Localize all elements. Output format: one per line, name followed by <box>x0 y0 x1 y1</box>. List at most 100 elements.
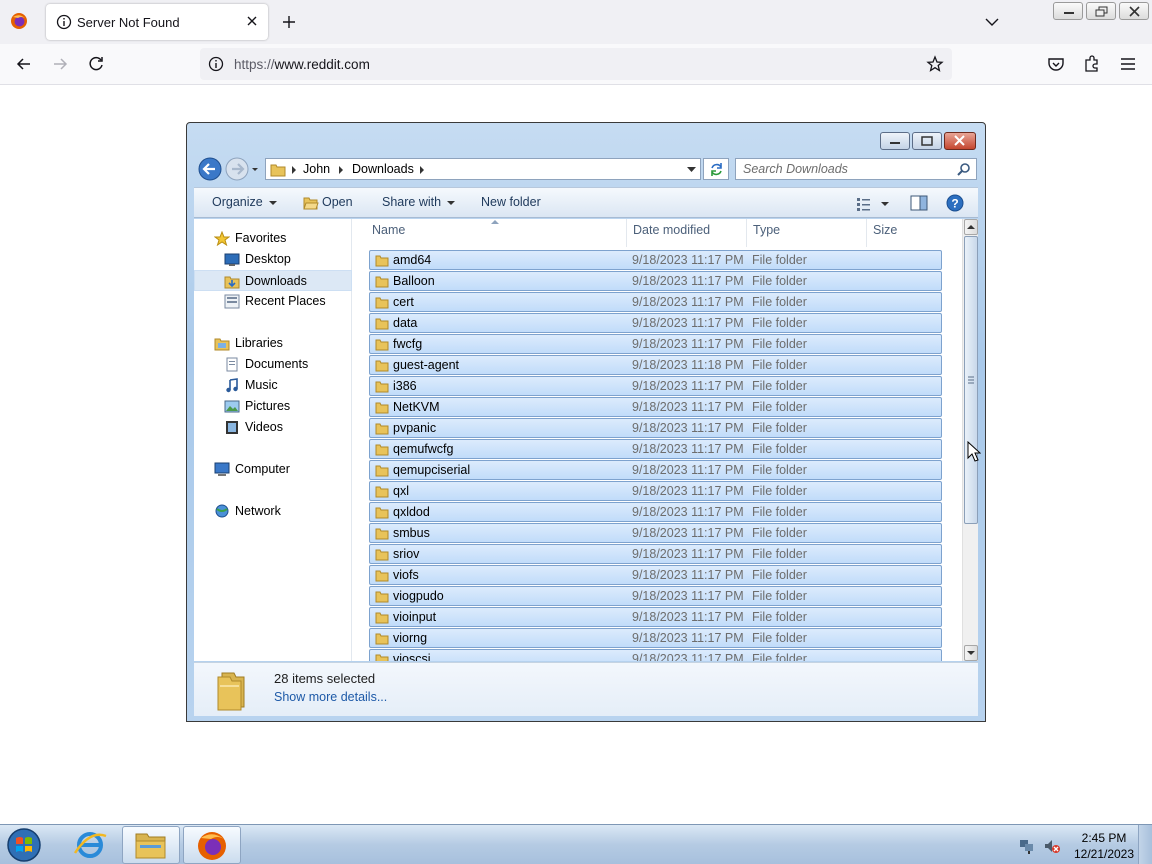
nav-music[interactable]: Music <box>194 375 352 396</box>
window-restore-button[interactable] <box>1086 2 1116 20</box>
taskbar-internet-explorer[interactable] <box>61 826 119 864</box>
breadcrumb-arrow-icon[interactable] <box>290 165 298 175</box>
table-row[interactable]: qxl 9/18/2023 11:17 PM File folder <box>369 481 942 501</box>
taskbar-clock[interactable]: 2:45 PM 12/21/2023 <box>1066 830 1142 862</box>
nav-computer[interactable]: Computer <box>194 459 352 480</box>
table-row[interactable]: cert 9/18/2023 11:17 PM File folder <box>369 292 942 312</box>
nav-pictures[interactable]: Pictures <box>194 396 352 417</box>
firefox-logo-icon[interactable] <box>10 12 28 30</box>
selection-count: 28 items selected <box>274 671 376 686</box>
menu-icon[interactable] <box>1118 54 1138 74</box>
explorer-maximize-button[interactable] <box>912 132 942 150</box>
table-row[interactable]: fwcfg 9/18/2023 11:17 PM File folder <box>369 334 942 354</box>
nav-desktop-label: Desktop <box>245 252 291 266</box>
nav-videos[interactable]: Videos <box>194 417 352 438</box>
file-date: 9/18/2023 11:17 PM <box>632 253 744 267</box>
address-dropdown-icon[interactable] <box>687 167 696 173</box>
file-date: 9/18/2023 11:17 PM <box>632 337 744 351</box>
search-icon[interactable] <box>957 162 971 176</box>
nav-documents[interactable]: Documents <box>194 354 352 375</box>
table-row[interactable]: Balloon 9/18/2023 11:17 PM File folder <box>369 271 942 291</box>
file-name: amd64 <box>393 253 432 267</box>
table-row[interactable]: pvpanic 9/18/2023 11:17 PM File folder <box>369 418 942 438</box>
window-close-button[interactable] <box>1119 2 1149 20</box>
breadcrumb-arrow-icon[interactable] <box>418 165 426 175</box>
nav-downloads[interactable]: Downloads <box>194 270 352 291</box>
file-date: 9/18/2023 11:17 PM <box>632 589 744 603</box>
table-row[interactable]: vioscsi 9/18/2023 11:17 PM File folder <box>369 649 942 661</box>
table-row[interactable]: smbus 9/18/2023 11:17 PM File folder <box>369 523 942 543</box>
vertical-scrollbar[interactable] <box>962 219 978 661</box>
taskbar-windows-explorer[interactable] <box>122 826 180 864</box>
table-row[interactable]: viogpudo 9/18/2023 11:17 PM File folder <box>369 586 942 606</box>
new-folder-button[interactable]: New folder <box>481 195 541 209</box>
table-row[interactable]: qemufwcfg 9/18/2023 11:17 PM File folder <box>369 439 942 459</box>
plus-icon[interactable] <box>280 13 298 31</box>
address-bar[interactable]: John Downloads <box>265 158 701 180</box>
back-forward-buttons[interactable] <box>197 157 259 181</box>
info-icon <box>56 14 72 30</box>
breadcrumb-john[interactable]: John <box>303 162 330 176</box>
scroll-down-button[interactable] <box>964 645 978 661</box>
show-more-details-link[interactable]: Show more details... <box>274 690 387 704</box>
window-minimize-button[interactable] <box>1053 2 1083 20</box>
search-placeholder: Search Downloads <box>743 162 848 176</box>
share-with-button[interactable]: Share with <box>382 195 456 209</box>
organize-button[interactable]: Organize <box>212 195 277 209</box>
file-name: i386 <box>393 379 417 393</box>
file-type: File folder <box>752 547 807 561</box>
nav-libraries[interactable]: Libraries <box>194 333 352 354</box>
table-row[interactable]: guest-agent 9/18/2023 11:18 PM File folder <box>369 355 942 375</box>
search-box[interactable]: Search Downloads <box>735 158 977 180</box>
chevron-down-icon[interactable] <box>984 14 1000 30</box>
site-info-icon[interactable] <box>208 56 224 72</box>
table-row[interactable]: sriov 9/18/2023 11:17 PM File folder <box>369 544 942 564</box>
taskbar-firefox[interactable] <box>183 826 241 864</box>
explorer-minimize-button[interactable] <box>880 132 910 150</box>
file-type: File folder <box>752 463 807 477</box>
star-icon[interactable] <box>926 55 944 73</box>
videos-icon <box>226 421 238 434</box>
close-icon <box>954 135 965 146</box>
nav-recent-places[interactable]: Recent Places <box>194 291 352 312</box>
open-button[interactable]: Open <box>303 195 353 210</box>
share-with-label: Share with <box>382 195 442 209</box>
close-tab-icon[interactable] <box>244 13 260 29</box>
help-icon[interactable]: ? <box>946 194 964 212</box>
nav-favorites[interactable]: Favorites <box>194 228 352 249</box>
explorer-close-button[interactable] <box>944 132 976 150</box>
table-row[interactable]: vioinput 9/18/2023 11:17 PM File folder <box>369 607 942 627</box>
scroll-thumb[interactable] <box>964 236 978 524</box>
table-row[interactable]: viorng 9/18/2023 11:17 PM File folder <box>369 628 942 648</box>
url-bar[interactable]: https://www.reddit.com <box>200 48 952 80</box>
refresh-button[interactable] <box>703 158 729 180</box>
preview-pane-icon[interactable] <box>910 195 928 211</box>
file-type: File folder <box>752 652 807 661</box>
forward-icon[interactable] <box>50 54 70 74</box>
table-row[interactable]: qxldod 9/18/2023 11:17 PM File folder <box>369 502 942 522</box>
extensions-icon[interactable] <box>1082 54 1102 74</box>
pocket-icon[interactable] <box>1046 54 1066 74</box>
nav-network[interactable]: Network <box>194 501 352 522</box>
file-name: cert <box>393 295 414 309</box>
table-row[interactable]: i386 9/18/2023 11:17 PM File folder <box>369 376 942 396</box>
breadcrumb-downloads[interactable]: Downloads <box>352 162 414 176</box>
volume-muted-icon[interactable] <box>1044 838 1060 854</box>
table-row[interactable]: viofs 9/18/2023 11:17 PM File folder <box>369 565 942 585</box>
reload-icon[interactable] <box>86 54 106 74</box>
breadcrumb-arrow-icon[interactable] <box>337 165 345 175</box>
url-text[interactable]: https://www.reddit.com <box>234 57 370 72</box>
view-options-icon[interactable] <box>856 196 894 212</box>
scroll-up-button[interactable] <box>964 219 978 235</box>
nav-desktop[interactable]: Desktop <box>194 249 352 270</box>
network-tray-icon[interactable] <box>1019 838 1035 854</box>
table-row[interactable]: NetKVM 9/18/2023 11:17 PM File folder <box>369 397 942 417</box>
table-row[interactable]: data 9/18/2023 11:17 PM File folder <box>369 313 942 333</box>
browser-tab-active[interactable]: Server Not Found <box>46 4 268 40</box>
start-button-icon[interactable] <box>4 826 44 864</box>
back-icon[interactable] <box>14 54 34 74</box>
multiple-folders-icon <box>217 672 245 711</box>
show-desktop-button[interactable] <box>1138 825 1152 864</box>
table-row[interactable]: qemupciserial 9/18/2023 11:17 PM File fold… <box>369 460 942 480</box>
table-row[interactable]: amd64 9/18/2023 11:17 PM File folder <box>369 250 942 270</box>
